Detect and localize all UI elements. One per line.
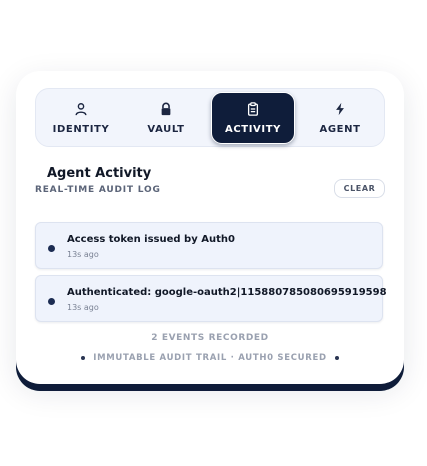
list-item: Access token issued by Auth0 13s ago — [35, 222, 383, 269]
tab-activity[interactable]: ACTIVITY — [211, 92, 295, 144]
bullet-icon — [334, 356, 339, 360]
tab-agent[interactable]: AGENT — [300, 92, 380, 143]
panel-title: Agent Activity — [47, 166, 152, 181]
clipboard-icon — [246, 101, 260, 120]
event-list: Access token issued by Auth0 13s ago Aut… — [35, 222, 387, 328]
activity-panel: IDENTITY VAULT ACTIVITY AGENT Agent Acti… — [16, 71, 404, 384]
bolt-icon — [333, 101, 347, 120]
event-message: Authenticated: google-oauth2|11588078508… — [67, 287, 387, 298]
bullet-icon — [81, 356, 86, 360]
footer-text: IMMUTABLE AUDIT TRAIL · AUTH0 SECURED — [93, 353, 327, 363]
tab-vault-label: VAULT — [147, 123, 185, 135]
tab-vault[interactable]: VAULT — [126, 92, 206, 143]
event-time: 13s ago — [67, 303, 99, 312]
event-dot-icon — [48, 298, 55, 305]
tab-agent-label: AGENT — [319, 123, 361, 135]
tab-identity-label: IDENTITY — [52, 123, 110, 135]
clear-button[interactable]: CLEAR — [334, 179, 385, 198]
audit-footer: IMMUTABLE AUDIT TRAIL · AUTH0 SECURED — [16, 353, 404, 363]
tab-identity[interactable]: IDENTITY — [41, 92, 121, 143]
user-icon — [74, 101, 88, 120]
tab-bar: IDENTITY VAULT ACTIVITY AGENT — [35, 88, 385, 147]
event-dot-icon — [48, 245, 55, 252]
tab-activity-label: ACTIVITY — [225, 124, 281, 135]
event-count: 2 EVENTS RECORDED — [151, 333, 269, 343]
event-message: Access token issued by Auth0 — [67, 234, 235, 245]
panel-subtitle: REAL-TIME AUDIT LOG — [35, 185, 161, 195]
event-time: 13s ago — [67, 250, 99, 259]
lock-icon — [159, 101, 173, 120]
list-item: Authenticated: google-oauth2|11588078508… — [35, 275, 387, 322]
